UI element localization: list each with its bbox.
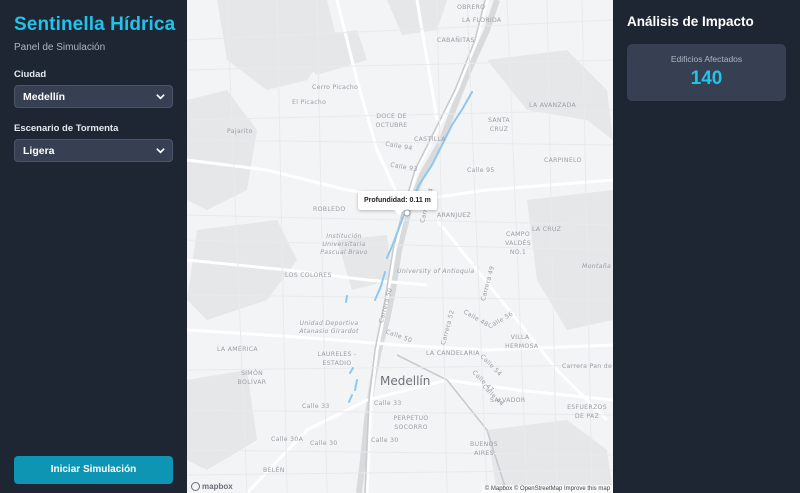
affected-buildings-label: Edificios Afectados [670,54,743,64]
map-label: CABAÑITAS [437,37,475,44]
control-sidebar: Sentinella Hídrica Panel de Simulación C… [0,0,187,493]
map-label: ESFUERZOS DE PAZ [567,404,607,420]
map-label: LA CANDELARIA [426,350,480,357]
map-label: PERPETUO SOCORRO [393,415,429,431]
map-label: LOS COLORES [285,272,332,279]
map-label: DOCE DE OCTUBRE [375,113,408,129]
city-label: Ciudad [14,69,47,80]
map-label: El Picacho [292,99,327,106]
map-label: LAURELES - ESTADIO [317,351,357,367]
map-label: Calle 33 [302,403,330,410]
map-pin-icon[interactable] [403,205,411,217]
map-label: Calle 33 [374,400,402,407]
chevron-down-icon [156,94,165,100]
mapbox-logo-icon [191,482,200,491]
map-label: CAMPO VALDÉS NO.1 [505,231,531,256]
map-label: Institución Universitaria Pascual Bravo [320,233,368,256]
map-label: LA AVANZADA [529,102,576,109]
map-label: Calle 30A [271,436,304,443]
map-label: ROBLEDO [313,206,346,213]
chevron-down-icon [156,148,165,154]
city-select[interactable]: Medellín [14,85,173,108]
mapbox-logo[interactable]: mapbox [191,482,233,491]
storm-scenario-label: Escenario de Tormenta [14,123,119,134]
storm-scenario-select[interactable]: Ligera [14,139,173,162]
map-label: SALVADOR [490,397,526,404]
map-label: Calle 30 [310,440,338,447]
map-label: Montaña [582,263,612,270]
affected-buildings-value: 140 [690,68,723,89]
app-title: Sentinella Hídrica [14,14,176,35]
map-attribution[interactable]: © Mapbox © OpenStreetMap Improve this ma… [481,485,613,493]
city-select-value: Medellín [23,91,66,103]
storm-scenario-value: Ligera [23,145,55,157]
map-label: Carrera Pan de [562,363,613,370]
map-label: BUENOS AIRES [470,441,498,457]
map-label: University of Antioquia [397,268,475,275]
map-label: LA FLORIDA [462,17,502,24]
map-label: BELÉN [263,467,285,474]
map-label: Calle 95 [467,167,495,174]
map-label: Unidad Deportiva Atanasio Girardot [299,320,359,335]
map-label: Cerro Picacho [312,84,359,91]
affected-buildings-card: Edificios Afectados 140 [627,44,786,101]
map-label: LA AMÉRICA [217,346,258,353]
flood-depth-tooltip: Profundidad: 0.11 m [358,191,437,215]
app-subtitle: Panel de Simulación [14,42,106,53]
map-label: SANTA CRUZ [488,117,510,133]
map-label-city: Medellín [380,374,431,388]
map-label: VILLA HERMOSA [505,334,539,350]
map-label: Calle 30 [371,437,399,444]
start-simulation-button[interactable]: Iniciar Simulación [14,456,173,484]
map-label: CARPINELO [544,157,582,164]
map-label: OBRERO [457,4,486,11]
impact-panel-title: Análisis de Impacto [627,14,754,29]
map-label: CASTILLA [414,136,446,143]
impact-panel: Análisis de Impacto Edificios Afectados … [613,0,800,493]
map-label: SIMÓN BOLÍVAR [237,370,267,386]
mapbox-logo-text: mapbox [202,482,233,491]
map-label: Pajarito [227,128,253,135]
flood-map[interactable]: OBRERO LA FLORIDA CABAÑITAS Cerro Picach… [187,0,613,493]
map-label: ARANJUEZ [437,212,472,219]
